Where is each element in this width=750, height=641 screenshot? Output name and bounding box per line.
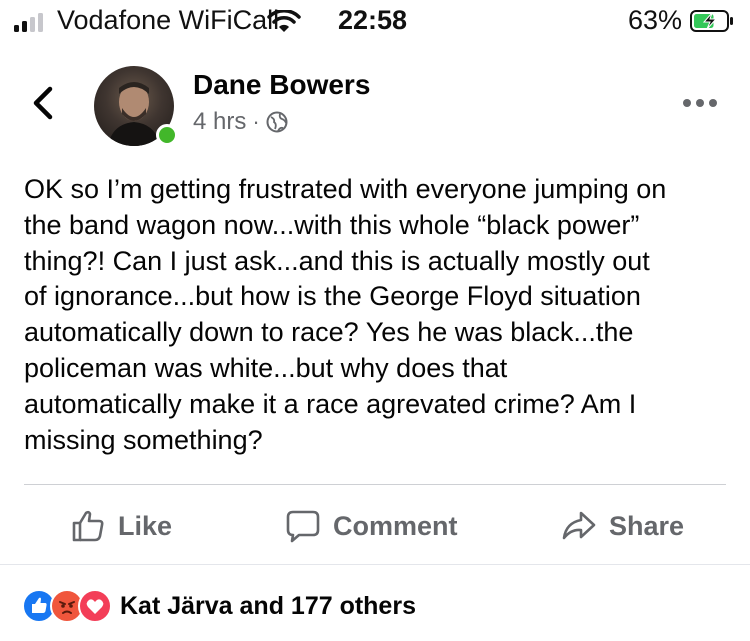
author-avatar[interactable] xyxy=(94,66,178,146)
comment-bubble-icon xyxy=(286,510,320,543)
cellular-signal-icon xyxy=(14,12,50,32)
reactions-count: Kat Järva and 177 others xyxy=(120,591,416,620)
share-label: Share xyxy=(609,510,685,541)
divider xyxy=(0,564,750,565)
post-text: OK so I’m getting frustrated with everyo… xyxy=(24,174,667,455)
divider xyxy=(24,484,726,485)
post-meta: 4 hrs · xyxy=(193,108,288,136)
reactions-summary[interactable]: Kat Järva and 177 others xyxy=(22,589,416,623)
comment-label: Comment xyxy=(333,510,458,541)
status-time: 22:58 xyxy=(338,5,408,35)
comment-button[interactable]: Comment xyxy=(285,504,458,548)
share-arrow-icon xyxy=(562,511,596,540)
wifi-icon xyxy=(267,10,301,32)
status-bar: Vodafone WiFiCall 22:58 63% xyxy=(0,0,750,44)
meta-separator: · xyxy=(252,109,260,134)
carrier-name: Vodafone WiFiCall xyxy=(57,5,280,35)
battery-percentage: 63% xyxy=(628,5,683,35)
author-name[interactable]: Dane Bowers xyxy=(193,69,370,101)
love-reaction-icon xyxy=(78,589,112,623)
like-button[interactable]: Like xyxy=(70,504,172,548)
back-chevron-icon[interactable] xyxy=(30,86,56,120)
share-button[interactable]: Share xyxy=(561,504,684,548)
online-status-indicator xyxy=(156,124,178,146)
battery-charging-icon xyxy=(690,10,733,32)
like-label: Like xyxy=(118,510,173,541)
globe-icon xyxy=(266,111,288,133)
post-timestamp[interactable]: 4 hrs xyxy=(193,108,246,136)
more-options-icon[interactable] xyxy=(683,96,717,110)
thumbs-up-icon xyxy=(72,510,104,542)
